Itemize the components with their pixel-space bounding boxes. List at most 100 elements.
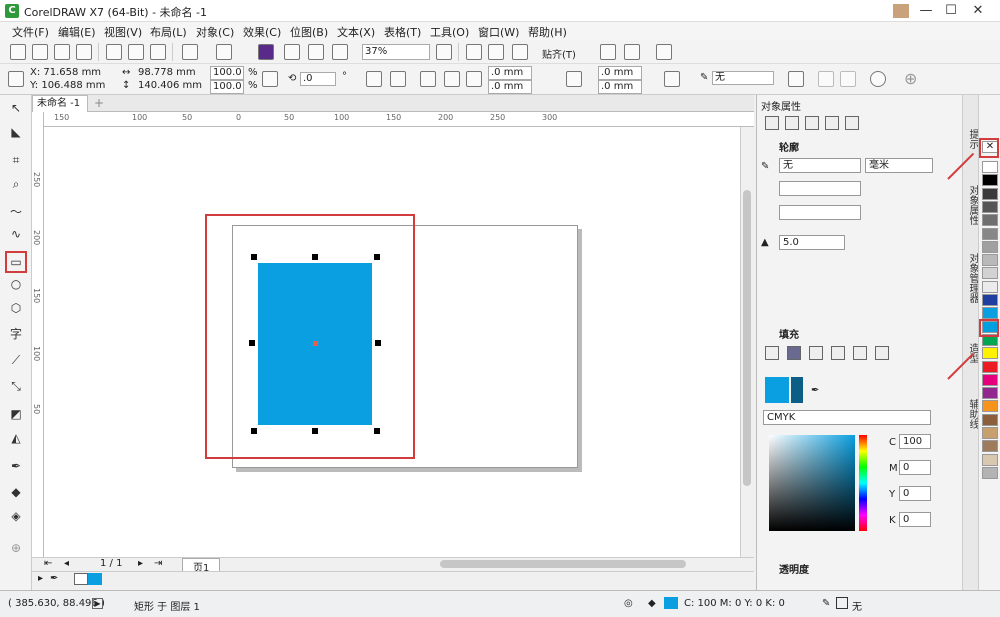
lock-ratio-icon[interactable] (262, 71, 278, 87)
to-front-icon[interactable] (818, 71, 834, 87)
object-height[interactable]: 140.406 mm (138, 80, 202, 91)
corner-radius-2[interactable]: .0 mm (488, 80, 532, 94)
current-fill-swatch[interactable] (765, 377, 789, 403)
dimension-tool-icon[interactable]: ⟋ (7, 351, 25, 369)
fill-eyedropper-icon[interactable]: ✒ (811, 385, 819, 396)
menu-effects[interactable]: 效果(C) (243, 24, 281, 40)
outline-section-header[interactable]: 轮廓 (779, 139, 799, 154)
print-icon[interactable] (76, 44, 92, 60)
menu-object[interactable]: 对象(C) (196, 24, 234, 40)
scale-x-field[interactable]: 100.0 (210, 66, 244, 80)
menu-file[interactable]: 文件(F) (12, 24, 49, 40)
crop-tool-icon[interactable]: ⌗ (7, 151, 25, 169)
fill-tab-icon[interactable] (785, 116, 799, 130)
palette-swatch[interactable] (982, 387, 998, 400)
yellow-field[interactable]: 0 (899, 486, 931, 501)
palette-swatch[interactable] (982, 413, 998, 426)
scale-y-field[interactable]: 100.0 (210, 80, 244, 94)
mirror-horizontal-icon[interactable] (366, 71, 382, 87)
palette-swatch[interactable] (982, 373, 998, 386)
open-icon[interactable] (32, 44, 48, 60)
relative-corner-icon[interactable] (664, 71, 680, 87)
snap-to-menu[interactable]: 贴齐(T) (542, 46, 576, 61)
round-corner-icon[interactable] (420, 71, 436, 87)
connector-tool-icon[interactable]: ⤡ (7, 377, 25, 395)
prev-page-icon[interactable]: ◂ (64, 558, 69, 569)
menu-bitmap[interactable]: 位图(B) (290, 24, 328, 40)
corner-radius-4[interactable]: .0 mm (598, 80, 642, 94)
palette-swatch[interactable] (982, 427, 998, 439)
text-wrap-icon[interactable] (788, 71, 804, 87)
miter-limit-field[interactable]: 5.0 (779, 235, 845, 250)
play-icon[interactable]: ▶ (92, 598, 103, 609)
postscript-fill-icon[interactable] (875, 346, 889, 360)
shape-tool-icon[interactable]: ◣ (7, 123, 25, 141)
menu-table[interactable]: 表格(T) (384, 24, 421, 40)
palette-menu-icon[interactable]: ▸ (38, 573, 43, 584)
outline-width-select[interactable]: 无 (712, 71, 774, 85)
horizontal-scroll-thumb[interactable] (440, 560, 686, 568)
interactive-fill-icon[interactable]: ◆ (7, 483, 25, 501)
palette-swatch[interactable] (982, 307, 998, 320)
rotation-field[interactable]: .0 (300, 72, 336, 86)
no-fill-icon[interactable] (765, 346, 779, 360)
menu-tools[interactable]: 工具(O) (430, 24, 469, 40)
close-button[interactable]: ✕ (967, 2, 989, 20)
color-picker-area[interactable] (769, 435, 855, 531)
search-content-icon[interactable] (258, 44, 274, 60)
palette-swatch[interactable] (982, 267, 998, 280)
text-tool-icon[interactable]: 字 (7, 325, 25, 343)
y-position[interactable]: Y: 106.488 mm (30, 80, 105, 91)
import-icon[interactable] (284, 44, 300, 60)
corner-lock-icon[interactable] (566, 71, 582, 87)
transparency-section-header[interactable]: 透明度 (779, 561, 809, 576)
app-launcher-icon[interactable] (624, 44, 640, 60)
menu-edit[interactable]: 编辑(E) (58, 24, 96, 40)
menu-view[interactable]: 视图(V) (104, 24, 142, 40)
menu-help[interactable]: 帮助(H) (528, 24, 567, 40)
redo-icon[interactable] (216, 44, 232, 60)
new-icon[interactable] (10, 44, 26, 60)
cyan-field[interactable]: 100 (899, 434, 931, 449)
first-page-icon[interactable]: ⇤ (44, 558, 52, 569)
copy-icon[interactable] (128, 44, 144, 60)
x-position[interactable]: X: 71.658 mm (30, 67, 101, 78)
cut-icon[interactable] (106, 44, 122, 60)
pick-tool-icon[interactable]: ↖ (7, 99, 25, 117)
drop-shadow-icon[interactable]: ◩ (7, 405, 25, 423)
publish-pdf-icon[interactable] (332, 44, 348, 60)
color-model-select[interactable]: CMYK (763, 410, 931, 425)
horizontal-ruler[interactable]: 150 100 50 0 50 100 150 200 250 300 (44, 112, 754, 127)
document-tab[interactable]: 未命名 -1 (32, 95, 88, 112)
monitor-icon[interactable] (656, 44, 672, 60)
palette-swatch[interactable] (982, 453, 998, 466)
palette-swatch[interactable] (982, 440, 998, 453)
no-color-swatch[interactable] (74, 573, 88, 585)
unit-select[interactable]: 毫米 (865, 158, 933, 173)
pattern-fill-icon[interactable] (831, 346, 845, 360)
menu-text[interactable]: 文本(X) (337, 24, 375, 40)
paste-icon[interactable] (150, 44, 166, 60)
smart-fill-icon[interactable]: ◈ (7, 507, 25, 525)
minimize-button[interactable]: — (915, 2, 937, 20)
outline-width-field[interactable]: 无 (779, 158, 861, 173)
palette-swatch[interactable] (982, 240, 998, 253)
palette-swatch[interactable] (982, 161, 998, 173)
freehand-tool-icon[interactable]: 〜 (7, 203, 25, 221)
palette-swatch[interactable] (982, 187, 998, 200)
outline-color-field[interactable] (779, 181, 861, 196)
palette-swatch[interactable] (982, 227, 998, 240)
fountain-fill-icon[interactable] (809, 346, 823, 360)
user-avatar-icon[interactable] (893, 4, 909, 18)
guides-icon[interactable] (512, 44, 528, 60)
palette-swatch[interactable] (982, 466, 998, 479)
export-icon[interactable] (308, 44, 324, 60)
next-page-icon[interactable]: ▸ (138, 558, 143, 569)
color-proof-icon[interactable]: ◎ (624, 598, 633, 609)
scallop-corner-icon[interactable] (444, 71, 460, 87)
full-screen-icon[interactable] (436, 44, 452, 60)
palette-swatch[interactable] (982, 200, 998, 213)
outline-color-swatch[interactable] (836, 597, 848, 609)
corner-radius-1[interactable]: .0 mm (488, 66, 532, 80)
magenta-field[interactable]: 0 (899, 460, 931, 475)
